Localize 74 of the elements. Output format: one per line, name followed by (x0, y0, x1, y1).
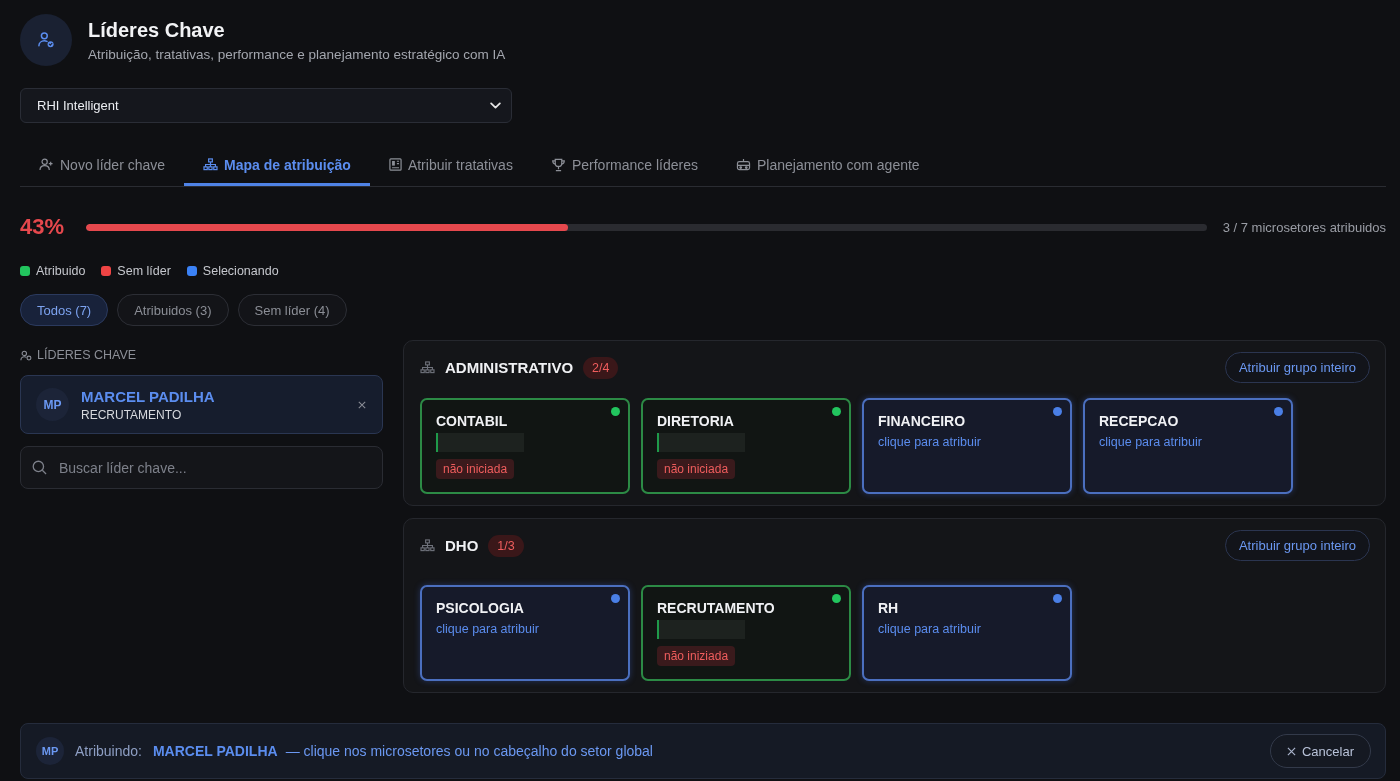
search-icon (32, 460, 47, 475)
sector-name: RECRUTAMENTO (657, 600, 775, 616)
status-dot-icon (1274, 407, 1283, 416)
search-field[interactable]: Buscar líder chave... (20, 446, 383, 489)
status-tag: não iniciada (657, 459, 736, 479)
user-plus-icon (39, 158, 54, 171)
assign-group-button[interactable]: Atribuir grupo inteiro (1224, 530, 1370, 561)
group-name: DHO (445, 537, 479, 554)
board-icon (388, 158, 402, 171)
progress-percent: 43% (20, 214, 66, 240)
count-badge: 1/3 (488, 534, 524, 557)
count-badge: 2/4 (583, 356, 619, 379)
assign-hint: clique para atribuir (436, 622, 539, 636)
status-dot-icon (1053, 594, 1062, 603)
cancel-button[interactable]: Cancelar (1269, 734, 1371, 768)
sitemap-icon (420, 361, 435, 374)
sector-name: DIRETORIA (657, 413, 734, 429)
page-subtitle: Atribuição, tratativas, performance e planejamento estratégico com IA (88, 46, 506, 62)
sector-name: FINANCEIRO (878, 413, 966, 429)
trophy-icon (550, 157, 566, 172)
assign-hint: clique para atribuir (878, 622, 981, 636)
sector-name: CONTABIL (436, 413, 508, 429)
status-dot-icon (1053, 407, 1062, 416)
legend-label: Sem líder (117, 264, 171, 278)
page-title: Líderes Chave (88, 18, 226, 42)
group-name: ADMINISTRATIVO (445, 359, 574, 376)
status-dot-icon (611, 594, 620, 603)
avatar-initials: MP (36, 388, 69, 421)
assign-hint: clique para atribuir (1099, 435, 1202, 449)
leader-name: MARCEL PADILHA (152, 743, 278, 759)
progress-summary: 3 / 7 microsetores atribuidos (1222, 219, 1386, 235)
sector-card[interactable]: PSICOLOGIA clique para atribuir (420, 585, 630, 681)
sitemap-icon (203, 158, 219, 171)
assign-hint: clique para atribuir (878, 435, 981, 449)
sitemap-icon (420, 539, 435, 552)
assigning-label: Atribuindo: (75, 743, 142, 759)
robot-icon (736, 158, 751, 171)
user-check-icon (20, 14, 72, 66)
avatar-initials: MP (36, 737, 64, 765)
assign-group-button[interactable]: Atribuir grupo inteiro (1224, 352, 1370, 383)
instruction-text: — clique nos microsetores ou no cabeçalho do setor global (285, 743, 653, 759)
sector-card[interactable]: RECEPCAO clique para atribuir (1083, 398, 1293, 494)
tab[interactable]: Novo líder chave (20, 144, 185, 186)
legend-label: Atribuido (36, 264, 86, 278)
close-icon[interactable] (358, 400, 366, 409)
sector-name: RH (878, 600, 899, 616)
tab[interactable]: Planejamento com agente (717, 144, 939, 186)
sector-card[interactable]: DIRETORIA não iniciada (641, 398, 851, 494)
filter-chip[interactable]: Todos (7) (20, 294, 109, 326)
leader-sector: RECRUTAMENTO (81, 407, 183, 422)
sector-name: RECEPCAO (1099, 413, 1179, 429)
tab[interactable]: Performance líderes (531, 144, 717, 186)
sector-card[interactable]: RECRUTAMENTO não iniziada (641, 585, 851, 681)
status-tag: não iniziada (657, 646, 736, 666)
chevron-down-icon (490, 102, 501, 109)
status-dot-icon (611, 407, 620, 416)
leader-name: MARCEL PADILHA (81, 387, 216, 405)
status-tag: não iniciada (436, 459, 515, 479)
tab[interactable]: Atribuir tratativas (369, 144, 532, 186)
sector-card[interactable]: CONTABIL não iniciada (420, 398, 630, 494)
sector-card[interactable]: FINANCEIRO clique para atribuir (862, 398, 1072, 494)
company-select[interactable]: RHI Intelligent (20, 88, 512, 123)
filter-chip[interactable]: Sem líder (4) (237, 294, 347, 326)
close-icon (1286, 746, 1296, 756)
users-icon (20, 349, 32, 361)
sector-card[interactable]: RH clique para atribuir (862, 585, 1072, 681)
section-heading: LÍDERES CHAVE (37, 348, 137, 362)
leader-card[interactable]: MP MARCEL PADILHA RECRUTAMENTO (20, 375, 383, 434)
filter-chip[interactable]: Atribuidos (3) (117, 294, 229, 326)
legend-label: Selecionando (202, 264, 279, 278)
sector-name: PSICOLOGIA (436, 600, 524, 616)
tab[interactable]: Mapa de atribuição (184, 144, 370, 186)
status-dot-icon (832, 594, 841, 603)
status-dot-icon (832, 407, 841, 416)
